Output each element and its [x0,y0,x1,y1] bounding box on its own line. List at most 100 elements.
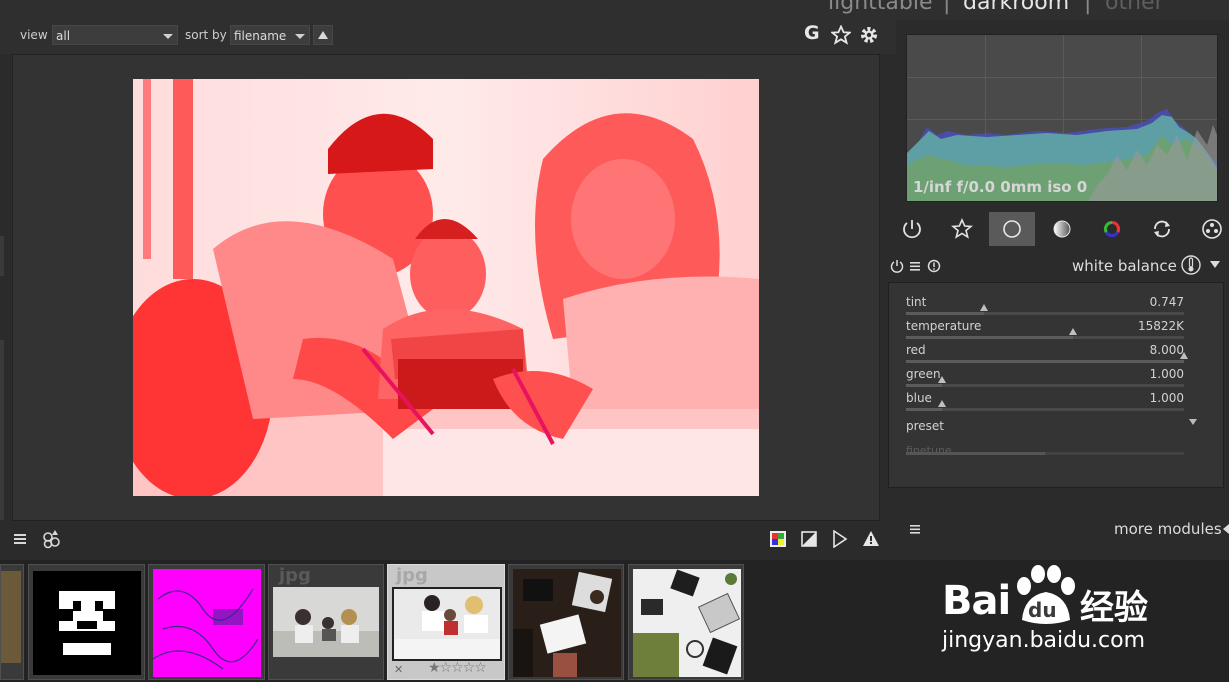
filmstrip-thumb-selected[interactable]: jpg ✕ ★☆☆☆☆ [387,564,505,680]
chevron-down-icon [295,34,305,39]
slider-track[interactable] [906,352,1188,363]
reject-icon[interactable]: ✕ [394,663,403,676]
slider-tint[interactable]: tint 0.747 [906,295,1184,317]
gamut-warning-icon[interactable] [862,530,880,547]
gear-icon[interactable] [859,25,879,45]
star-rating-icon[interactable]: ★☆☆☆☆ [428,660,487,676]
sort-select-value: filename [234,29,287,43]
watermark-url: jingyan.baidu.com [942,628,1146,653]
slider-marker[interactable] [1069,328,1077,335]
histogram[interactable]: 1/inf f/0.0 0mm iso 0 [906,34,1218,202]
thumb-image [633,569,741,677]
styles-icon[interactable] [41,528,63,550]
tab-separator: | [943,0,951,15]
slider-red[interactable]: red 8.000 [906,343,1188,365]
slider-marker[interactable] [980,304,988,311]
slider-track[interactable] [906,328,1184,339]
thermometer-icon [1181,255,1201,275]
tab-other[interactable]: other [1105,0,1164,15]
grouping-button[interactable]: G [804,22,820,44]
tab-separator-2: | [1084,0,1092,15]
tab-darkroom[interactable]: darkroom [963,0,1069,15]
slider-marker[interactable] [938,400,946,407]
slider-label: red [906,343,926,357]
power-icon[interactable] [901,218,923,240]
slider-fill [906,336,1073,339]
slider-fill [906,312,984,315]
circle-icon [1003,220,1021,238]
slider-marker[interactable] [1180,352,1188,359]
favorite-star-icon[interactable] [951,218,973,240]
thumb-image [1,571,21,663]
slider-track [906,452,1184,455]
finetune-label: finetune [906,444,952,457]
sort-label: sort by [185,28,227,42]
module-group-basic[interactable] [989,212,1035,246]
filmstrip-thumb[interactable] [148,564,265,680]
baidu-jingyan-watermark: Bai du 经验 jingyan.baidu.com [940,565,1170,668]
slider-fill [906,452,1045,455]
effect-icon[interactable] [1201,218,1223,240]
preset-select[interactable]: preset [906,415,1202,435]
slider-track[interactable] [906,304,1184,315]
color-icon[interactable] [1102,219,1122,239]
main-image [133,79,759,496]
slider-fill [906,408,942,411]
preset-label: preset [906,419,945,433]
chevron-down-icon [1189,419,1197,425]
sort-select[interactable]: filename [230,25,310,45]
tone-icon[interactable] [1052,219,1072,239]
module-presets-icon[interactable] [909,259,921,273]
correct-icon[interactable] [1151,218,1173,240]
module-title[interactable]: white balance [1072,257,1177,275]
slider-track[interactable] [906,376,1184,387]
slider-temperature[interactable]: temperature 15822K [906,319,1184,341]
softproof-icon[interactable] [832,530,848,548]
module-reset-icon[interactable] [927,259,941,273]
filmstrip-thumb[interactable]: jpg [268,564,384,680]
slider-label: green [906,367,941,381]
main-image-picture [133,79,759,496]
color-assessment-icon[interactable] [770,531,786,547]
sort-order-button[interactable] [313,25,333,45]
histogram-graph [907,109,1217,201]
slider-green[interactable]: green 1.000 [906,367,1184,389]
left-panel-handle[interactable] [0,236,4,276]
slider-fill [906,384,942,387]
slider-label: blue [906,391,932,405]
thumb-image [153,569,261,677]
thumb-extension: jpg [396,565,428,586]
tab-lighttable[interactable]: lighttable [828,0,932,15]
star-icon[interactable] [831,25,851,45]
slider-marker[interactable] [938,376,946,383]
slider-blue[interactable]: blue 1.000 [906,391,1184,413]
filmstrip-thumb[interactable] [628,564,744,680]
slider-track[interactable] [906,400,1184,411]
center-bottom-toolbar [12,522,880,556]
watermark-brand: Bai [942,578,1011,624]
thumb-image [513,569,621,677]
more-modules-label[interactable]: more modules [1114,520,1222,538]
slider-value: 0.747 [1149,295,1184,309]
hamburger-icon[interactable] [909,522,921,536]
hamburger-icon[interactable] [13,532,27,546]
thumb-image [33,571,141,675]
module-power-icon[interactable] [890,259,904,273]
filmstrip-thumb[interactable] [508,564,624,680]
view-select-value: all [56,29,71,43]
slider-value: 1.000 [1149,367,1184,381]
filmstrip-thumb[interactable] [28,564,145,680]
watermark-brand-du: du [1028,598,1057,622]
slider-value: 1.000 [1149,391,1184,405]
filmstrip-thumb[interactable] [0,564,24,680]
finetune-slider: finetune [906,439,1184,461]
histogram-exif-info: 1/inf f/0.0 0mm iso 0 [913,178,1088,196]
slider-label: tint [906,295,927,309]
slider-value: 15822K [1137,319,1184,333]
chevron-down-icon[interactable] [1209,260,1221,270]
chevron-left-icon[interactable] [1222,524,1229,534]
clipping-icon[interactable] [801,531,817,547]
thumb-extension: jpg [279,565,311,586]
thumb-image [273,587,379,657]
view-select[interactable]: all [52,25,178,45]
